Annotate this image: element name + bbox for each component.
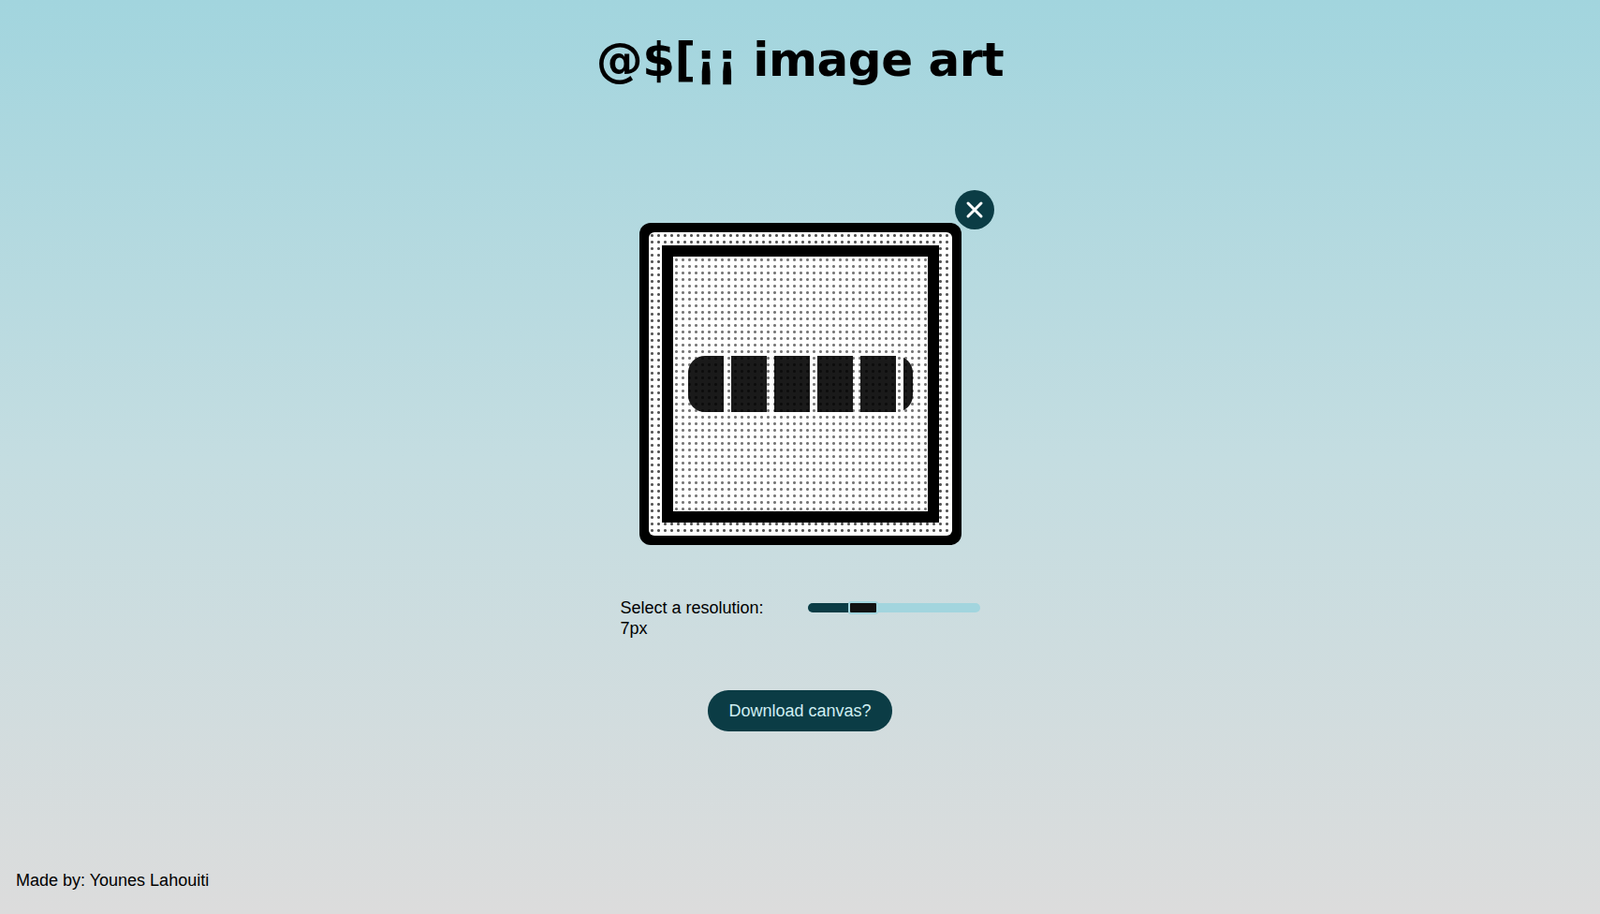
ascii-canvas bbox=[639, 222, 962, 545]
download-button[interactable]: Download canvas? bbox=[707, 689, 892, 732]
resolution-label: Select a resolution: 7px bbox=[620, 597, 771, 639]
slider-thumb[interactable] bbox=[848, 601, 879, 615]
close-button[interactable] bbox=[954, 190, 995, 230]
close-icon bbox=[965, 200, 984, 220]
footer: Made by: Younes Lahouiti bbox=[0, 870, 209, 914]
preview bbox=[639, 222, 962, 545]
resolution-slider[interactable] bbox=[807, 602, 981, 613]
slider-reading: 7px bbox=[620, 617, 771, 639]
resolution-row: Select a resolution: 7px bbox=[620, 597, 981, 639]
page-title: @$[¡¡ image art bbox=[596, 31, 1005, 89]
slider-label: Select a resolution: bbox=[620, 597, 771, 618]
